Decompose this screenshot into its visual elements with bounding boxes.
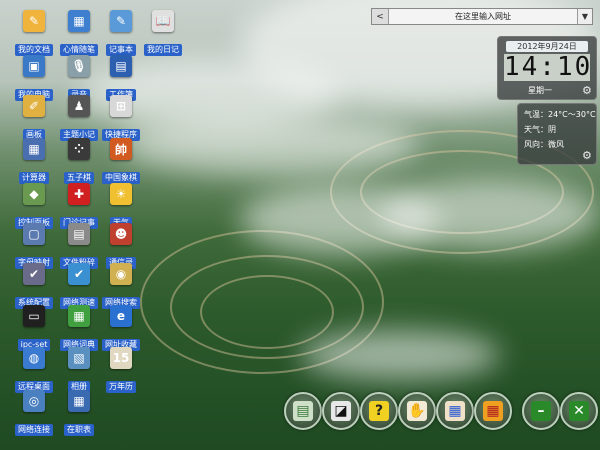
clock-weekday: 星期一 — [528, 86, 552, 95]
desktop-icon[interactable]: 📖 我的日记 — [134, 10, 192, 56]
notes-icon: ◪ — [331, 401, 351, 421]
app-icon: ▦ — [68, 10, 90, 32]
app-icon: ▭ — [23, 305, 45, 327]
app-icon: 帥 — [110, 138, 132, 160]
app-icon: ▧ — [68, 347, 90, 369]
app-icon: ☻ — [110, 223, 132, 245]
app-icon: e — [110, 305, 132, 327]
app-icon: ◎ — [23, 390, 45, 412]
address-bar[interactable]: < 在这里输入网址 ▼ — [371, 8, 593, 25]
minimize-icon: – — [531, 401, 551, 421]
handshake-icon: ✋ — [407, 401, 427, 421]
app-icon: ◆ — [23, 183, 45, 205]
app-icon: ✔ — [23, 263, 45, 285]
help-icon: ? — [369, 401, 389, 421]
app-icon: ▦ — [68, 390, 90, 412]
desktop-icon[interactable]: ⊞ 快捷程序 — [92, 95, 150, 141]
app-icon: ⁘ — [68, 138, 90, 160]
app-icon: ▤ — [68, 223, 90, 245]
app-icon: ▣ — [23, 55, 45, 77]
desktop-icon[interactable]: 15 万年历 — [92, 347, 150, 393]
address-input[interactable]: 在这里输入网址 — [389, 11, 577, 22]
shop-icon: ▦ — [483, 401, 503, 421]
app-icon: 15 — [110, 347, 132, 369]
desktop-icon[interactable]: ▦ 在职表 — [50, 390, 108, 436]
app-icon: ▤ — [110, 55, 132, 77]
dock-help-button[interactable]: ? — [360, 392, 398, 430]
chevron-down-icon[interactable]: ▼ — [577, 9, 592, 24]
desktop-icon-label: 万年历 — [106, 381, 136, 393]
app-icon: ✐ — [23, 95, 45, 117]
app-icon: ✔ — [68, 263, 90, 285]
app-icon: ◍ — [23, 347, 45, 369]
app-icon: ◉ — [110, 263, 132, 285]
app-icon: ✚ — [68, 183, 90, 205]
dock-close-button[interactable]: ✕ — [560, 392, 598, 430]
dock-notes-button[interactable]: ◪ — [322, 392, 360, 430]
desktop-icon-label: 在职表 — [64, 424, 94, 436]
app-icon: ♟ — [68, 95, 90, 117]
weather-sky: 天气：阴 — [524, 125, 556, 134]
app-icon: ⊞ — [110, 95, 132, 117]
weather-widget: 气温：24°C～30°C 天气：阴 风向：微风 ⚙ — [517, 103, 597, 165]
windows-icon: ▦ — [445, 401, 465, 421]
app-icon: ▢ — [23, 223, 45, 245]
app-icon: ☀ — [110, 183, 132, 205]
dock-shop-button[interactable]: ▦ — [474, 392, 512, 430]
app-icon: ✎ — [23, 10, 45, 32]
dock-minimize-button[interactable]: – — [522, 392, 560, 430]
app-icon: 🎙 — [68, 55, 90, 77]
dock-keyboard-button[interactable]: ▤ — [284, 392, 322, 430]
weather-temp: 气温：24°C～30°C — [524, 110, 596, 119]
back-icon[interactable]: < — [372, 9, 389, 24]
dock-windows-button[interactable]: ▦ — [436, 392, 474, 430]
clock-time: 14:10 — [504, 52, 593, 82]
gear-icon[interactable]: ⚙ — [582, 85, 593, 96]
app-icon: ▦ — [23, 138, 45, 160]
dock-handshake-button[interactable]: ✋ — [398, 392, 436, 430]
desktop-icon[interactable]: e 网址收藏 — [92, 305, 150, 351]
close-icon: ✕ — [569, 401, 589, 421]
weather-wind: 风向：微风 — [524, 140, 564, 149]
app-icon: ▦ — [68, 305, 90, 327]
clock-date: 2012年9月24日 — [506, 41, 588, 52]
gear-icon[interactable]: ⚙ — [582, 150, 593, 161]
app-icon: 📖 — [152, 10, 174, 32]
keyboard-icon: ▤ — [293, 401, 313, 421]
clock-widget: 2012年9月24日 14:10 星期一 ⚙ — [497, 36, 597, 100]
desktop-icon[interactable]: ◉ 网络搜索 — [92, 263, 150, 309]
desktop-icon-label: 网络连接 — [15, 424, 53, 436]
app-icon: ✎ — [110, 10, 132, 32]
desktop-icon[interactable]: 帥中国象棋 — [92, 138, 150, 184]
